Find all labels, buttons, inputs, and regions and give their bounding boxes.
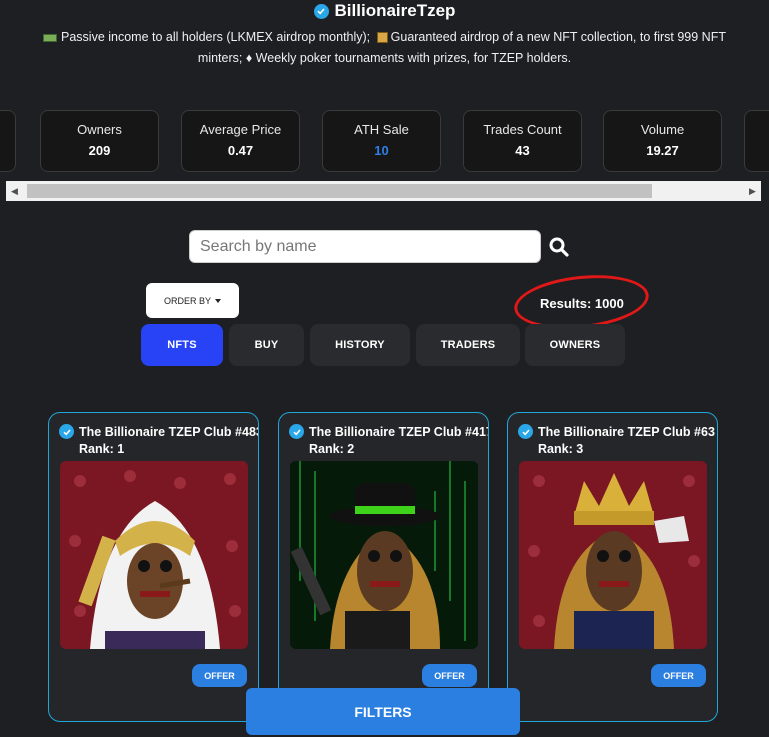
nft-rank: Rank: 2 [309,442,355,456]
nft-name-row: The Billionaire TZEP Club #63 [518,424,717,439]
nft-name-row: The Billionaire TZEP Club #417 [289,424,488,439]
nft-image[interactable] [519,461,707,649]
offer-button[interactable]: OFFER [192,664,247,687]
stat-value: 19.27 [646,143,679,158]
stat-value: 0.47 [227,143,254,158]
verified-check-icon [289,424,304,439]
stat-card-partial [0,110,16,172]
offer-button[interactable]: OFFER [422,664,477,687]
nft-card[interactable]: The Billionaire TZEP Club #63 Rank: 3 OF… [507,412,718,722]
stat-label: Trades Count [483,122,562,137]
nft-image[interactable] [60,461,248,649]
stat-value: 43 [515,143,530,158]
verified-check-icon [313,3,329,19]
scroll-left-arrow-icon[interactable]: ◀ [6,181,23,201]
description-part-1: Passive income to all holders (LKMEX air… [61,30,371,44]
filters-button[interactable]: FILTERS [246,688,520,735]
order-by-dropdown[interactable]: ORDER BY [146,283,239,318]
tab-history[interactable]: HISTORY [310,324,410,366]
offer-button[interactable]: OFFER [651,664,706,687]
caret-down-icon [215,298,221,303]
stat-card-average-price: Average Price 0.47 [181,110,300,172]
results-count: Results: 1000 [540,296,624,311]
nft-name[interactable]: The Billionaire TZEP Club #483 [79,425,258,439]
stat-label: Average Price [199,122,282,137]
stat-label: ATH Sale [354,122,409,137]
stat-value: 209 [88,143,111,158]
nft-name[interactable]: The Billionaire TZEP Club #417 [309,425,488,439]
collection-description: Passive income to all holders (LKMEX air… [22,27,747,69]
stat-card-owners: Owners 209 [40,110,159,172]
stat-card-trades-count: Trades Count 43 [463,110,582,172]
gift-icon [376,32,388,44]
collection-header: BillionaireTzep [0,1,769,20]
stat-card-volume: Volume 19.27 [603,110,722,172]
scrollbar-thumb[interactable] [27,184,652,198]
tab-traders[interactable]: TRADERS [416,324,520,366]
search-icon[interactable] [548,236,570,258]
horizontal-scrollbar[interactable]: ◀ ▶ [6,181,761,201]
nft-rank: Rank: 1 [79,442,125,456]
nft-image[interactable] [290,461,478,649]
tab-buy[interactable]: BUY [229,324,304,366]
stat-label: Volume [640,122,685,137]
scroll-right-arrow-icon[interactable]: ▶ [744,181,761,201]
stat-card-ath-sale: ATH Sale 10 [322,110,441,172]
stat-label: Owners [77,122,122,137]
stat-value[interactable]: 10 [323,143,440,158]
nft-name[interactable]: The Billionaire TZEP Club #63 [538,425,715,439]
nft-card[interactable]: The Billionaire TZEP Club #417 Rank: 2 O… [278,412,489,722]
tab-owners[interactable]: OWNERS [525,324,625,366]
order-by-label: ORDER BY [163,295,211,306]
verified-check-icon [59,424,74,439]
money-bill-icon [43,33,57,42]
stats-carousel[interactable]: Owners 209 Average Price 0.47 ATH Sale 1… [0,110,769,172]
nft-card[interactable]: The Billionaire TZEP Club #483 Rank: 1 O… [48,412,259,722]
nft-rank: Rank: 3 [538,442,584,456]
nft-name-row: The Billionaire TZEP Club #483 [59,424,258,439]
collection-title: BillionaireTzep [334,1,456,20]
verified-check-icon [518,424,533,439]
stat-card-partial [744,110,769,172]
search-input[interactable] [189,230,541,263]
tab-nfts[interactable]: NFTS [141,324,223,366]
